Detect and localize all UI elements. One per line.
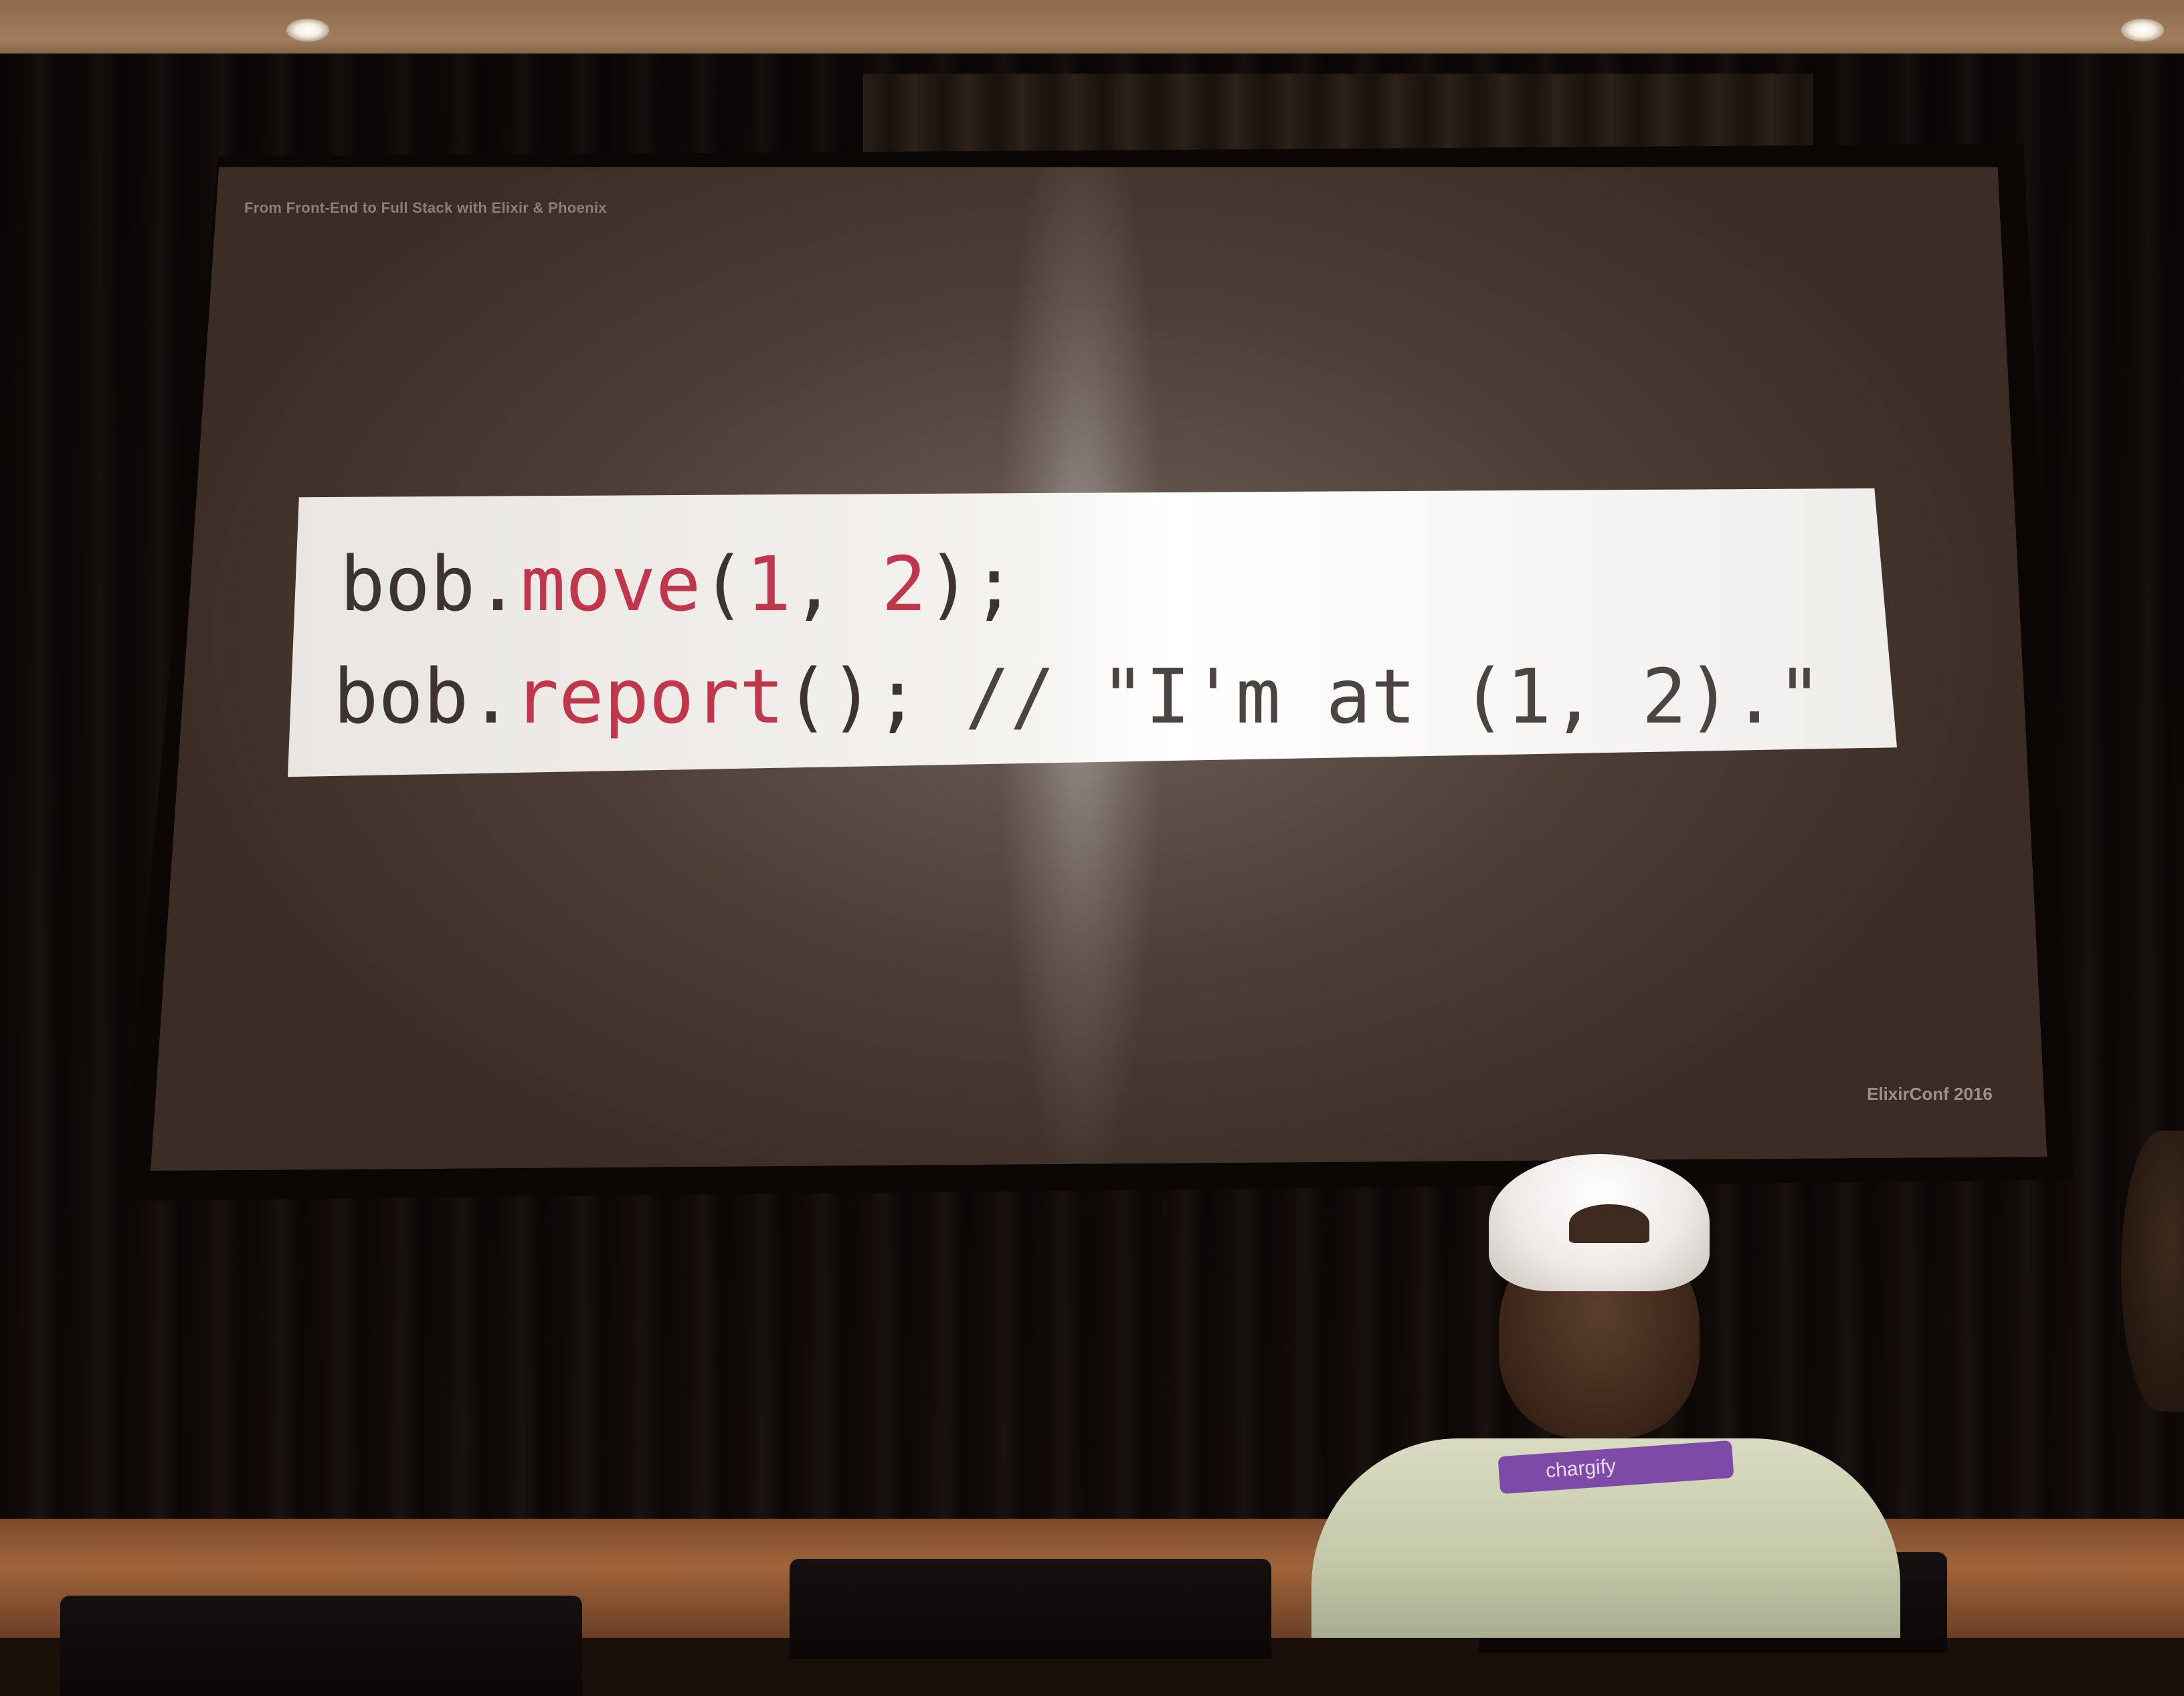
ceiling-light-icon xyxy=(2121,19,2164,41)
code-line-1: bob.move(1, 2); xyxy=(340,547,1016,622)
code-token: . xyxy=(475,541,521,628)
code-token: ); xyxy=(926,541,1017,628)
code-token: bob xyxy=(333,654,469,741)
code-token: ( xyxy=(701,541,746,628)
code-token: (); xyxy=(784,654,920,741)
ceiling-light-icon xyxy=(286,19,329,41)
code-line-2: bob.report(); // "I'm at (1, 2)." xyxy=(333,660,1822,735)
code-comment: // "I'm at (1, 2)." xyxy=(919,654,1823,741)
code-token: bob xyxy=(340,541,476,628)
lanyard-text: chargify xyxy=(1545,1455,1617,1483)
chair-back xyxy=(790,1559,1271,1659)
code-token: . xyxy=(468,654,514,741)
code-token: 2 xyxy=(881,541,927,628)
slide-footer: ElixirConf 2016 xyxy=(1867,1084,1993,1104)
chair-back xyxy=(60,1596,582,1696)
code-token: report xyxy=(513,654,785,741)
slide-header: From Front-End to Full Stack with Elixir… xyxy=(244,199,607,216)
code-token: 1 xyxy=(745,541,792,628)
code-token: move xyxy=(520,541,701,628)
cap-back-opening xyxy=(1569,1204,1649,1243)
code-token: , xyxy=(791,541,882,628)
